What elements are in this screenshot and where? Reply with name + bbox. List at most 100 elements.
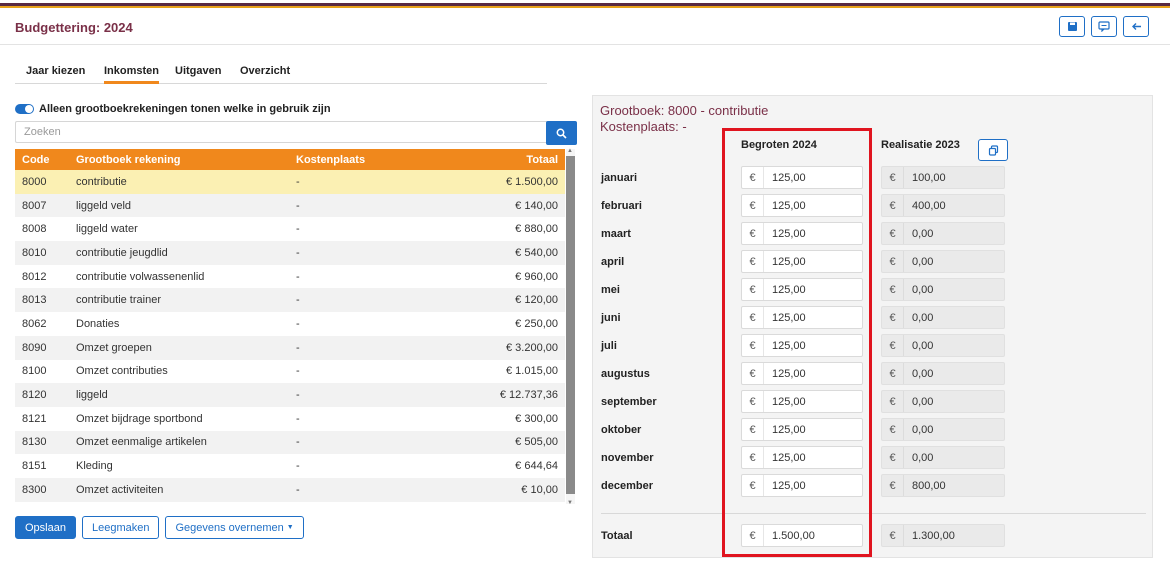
budget-value: 125,00 [772, 199, 806, 212]
cell-totaal: € 140,00 [439, 193, 565, 218]
euro-sign: € [742, 391, 764, 412]
month-label: oktober [601, 424, 642, 436]
month-label: juni [601, 312, 621, 324]
cell-grootboek: Kleding [76, 460, 113, 473]
table-row[interactable]: 8120 liggeld - € 12.737,36 [15, 383, 565, 407]
month-label: augustus [601, 368, 650, 380]
cell-kostenplaats: - [289, 241, 439, 265]
euro-sign: € [882, 391, 904, 412]
table-row[interactable]: 8007 liggeld veld - € 140,00 [15, 193, 565, 218]
cell-code: 8012 [22, 270, 47, 283]
budget-month-input[interactable]: €125,00 [741, 334, 863, 357]
scroll-up-icon[interactable]: ▲ [567, 148, 573, 154]
cell-kostenplaats: - [289, 288, 439, 313]
table-row[interactable]: 8010 contributie jeugdlid - € 540,00 [15, 241, 565, 265]
cell-totaal: € 10,00 [439, 477, 565, 502]
table-row[interactable]: 8151 Kleding - € 644,64 [15, 454, 565, 478]
cell-kostenplaats: - [296, 317, 300, 330]
tab-uitgaven[interactable]: Uitgaven [175, 65, 221, 77]
table-row[interactable]: 8090 Omzet groepen - € 3.200,00 [15, 335, 565, 360]
budget-month-input[interactable]: €125,00 [741, 306, 863, 329]
budget-month-input[interactable]: €125,00 [741, 166, 863, 189]
euro-sign: € [882, 475, 904, 496]
budget-month-input[interactable]: €125,00 [741, 474, 863, 497]
euro-sign: € [882, 307, 904, 328]
realisation-month-field: €0,00 [881, 418, 1005, 441]
table-header-row: Code Grootboek rekening Kostenplaats Tot… [15, 149, 565, 170]
table-row[interactable]: 8062 Donaties - € 250,00 [15, 312, 565, 336]
realisation-value: 0,00 [912, 283, 934, 296]
euro-sign: € [882, 167, 904, 188]
budget-month-input[interactable]: €125,00 [741, 418, 863, 441]
cell-totaal: € 540,00 [439, 241, 565, 265]
back-button[interactable] [1123, 16, 1149, 37]
col-kostenplaats[interactable]: Kostenplaats [289, 149, 439, 170]
col-totaal[interactable]: Totaal [439, 149, 565, 170]
tab-overzicht[interactable]: Overzicht [240, 65, 290, 77]
euro-sign: € [742, 223, 764, 244]
clear-button[interactable]: Leegmaken [81, 516, 160, 539]
euro-sign: € [882, 279, 904, 300]
table-row[interactable]: 8008 liggeld water - € 880,00 [15, 217, 565, 241]
realisation-month-field: €0,00 [881, 390, 1005, 413]
search-button[interactable] [546, 121, 577, 145]
budget-month-input[interactable]: €125,00 [741, 250, 863, 273]
scrollbar-thumb[interactable] [566, 156, 575, 494]
divider [601, 513, 1146, 514]
cell-kostenplaats: - [296, 365, 300, 378]
budget-month-input[interactable]: €125,00 [741, 222, 863, 245]
euro-sign: € [742, 251, 764, 272]
cell-totaal: € 120,00 [439, 288, 565, 313]
euro-sign: € [882, 447, 904, 468]
tab-jaar-kiezen[interactable]: Jaar kiezen [26, 65, 85, 77]
copy-data-dropdown[interactable]: Gegevens overnemen ▼ [165, 516, 304, 539]
cell-totaal: € 505,00 [439, 430, 565, 455]
budget-month-input[interactable]: €125,00 [741, 362, 863, 385]
col-code[interactable]: Code [15, 149, 69, 170]
budget-month-input[interactable]: €125,00 [741, 390, 863, 413]
month-label: april [601, 256, 625, 268]
budget-column-header: Begroten 2024 [741, 139, 817, 151]
budget-value: 125,00 [772, 479, 806, 492]
cell-grootboek: Omzet bijdrage sportbond [76, 412, 203, 425]
page-title: Budgettering: 2024 [15, 20, 133, 35]
cell-totaal: € 644,64 [515, 460, 558, 473]
table-row[interactable]: 8121 Omzet bijdrage sportbond - € 300,00 [15, 407, 565, 431]
cell-grootboek: contributie [69, 170, 289, 194]
euro-sign: € [882, 419, 904, 440]
budget-value: 125,00 [772, 311, 806, 324]
budget-month-input[interactable]: €125,00 [741, 446, 863, 469]
in-use-toggle[interactable] [15, 104, 34, 114]
search-input[interactable] [15, 121, 547, 143]
month-label: maart [601, 228, 631, 240]
realisation-month-field: €0,00 [881, 446, 1005, 469]
table-row[interactable]: 8012 contributie volwassenenlid - € 960,00 [15, 265, 565, 289]
cell-code: 8013 [15, 288, 69, 313]
realisation-month-field: €0,00 [881, 250, 1005, 273]
tab-inkomsten[interactable]: Inkomsten [104, 65, 160, 84]
cell-code: 8300 [15, 477, 69, 502]
col-grootboek[interactable]: Grootboek rekening [69, 149, 289, 170]
cell-grootboek: liggeld water [76, 223, 138, 236]
month-label: februari [601, 200, 642, 212]
scroll-down-icon[interactable]: ▼ [567, 500, 573, 506]
realisation-value: 0,00 [912, 395, 934, 408]
realisation-value: 0,00 [912, 227, 934, 240]
realisation-month-field: €0,00 [881, 306, 1005, 329]
save-icon-button[interactable] [1059, 16, 1085, 37]
comment-icon-button[interactable] [1091, 16, 1117, 37]
table-row[interactable]: 8013 contributie trainer - € 120,00 [15, 288, 565, 313]
budget-value: 125,00 [772, 367, 806, 380]
save-button[interactable]: Opslaan [15, 516, 76, 539]
budget-month-input[interactable]: €125,00 [741, 278, 863, 301]
table-row[interactable]: 8300 Omzet activiteiten - € 10,00 [15, 477, 565, 502]
table-row[interactable]: 8100 Omzet contributies - € 1.015,00 [15, 360, 565, 384]
month-label: december [601, 480, 653, 492]
euro-sign: € [742, 167, 764, 188]
table-row[interactable]: 8000 contributie - € 1.500,00 [15, 170, 565, 194]
euro-sign: € [882, 335, 904, 356]
budget-month-input[interactable]: €125,00 [741, 194, 863, 217]
table-row[interactable]: 8130 Omzet eenmalige artikelen - € 505,00 [15, 430, 565, 455]
copy-realisation-button[interactable] [978, 139, 1008, 161]
realisation-value: 800,00 [912, 479, 946, 492]
